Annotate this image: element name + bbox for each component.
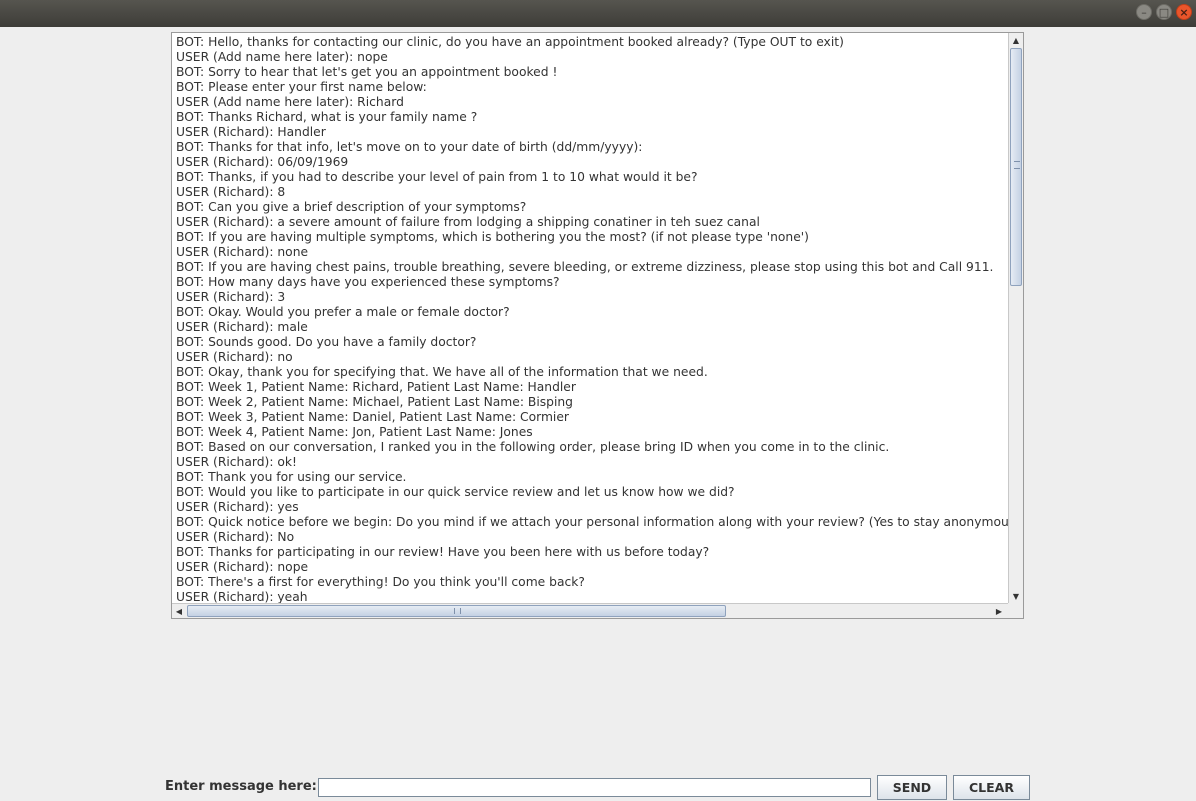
- chat-line: BOT: Thanks for that info, let's move on…: [176, 140, 643, 154]
- scroll-grip: [1014, 161, 1020, 169]
- chat-line: BOT: Please enter your first name below:: [176, 80, 427, 94]
- chat-line: USER (Richard): no: [176, 350, 293, 364]
- chat-line: BOT: Would you like to participate in ou…: [176, 485, 735, 499]
- chat-transcript-pane[interactable]: BOT: Hello, thanks for contacting our cl…: [171, 32, 1024, 619]
- chat-line: BOT: Week 3, Patient Name: Daniel, Patie…: [176, 410, 569, 424]
- horizontal-scrollbar[interactable]: ◀ ▶: [172, 603, 1008, 618]
- arrow-down-icon[interactable]: ▼: [1009, 589, 1023, 603]
- message-input-label: Enter message here:: [165, 779, 317, 794]
- chat-line: USER (Richard): yes: [176, 500, 299, 514]
- send-button[interactable]: SEND: [877, 775, 947, 800]
- maximize-icon[interactable]: □: [1156, 4, 1172, 20]
- arrow-up-icon[interactable]: ▲: [1009, 33, 1023, 47]
- chat-line: BOT: Thank you for using our service.: [176, 470, 407, 484]
- chat-line: USER (Richard): nope: [176, 560, 309, 574]
- close-icon[interactable]: ×: [1176, 4, 1192, 20]
- chat-line: BOT: Based on our conversation, I ranked…: [176, 440, 890, 454]
- horizontal-scroll-thumb[interactable]: [187, 605, 726, 617]
- window-titlebar: – □ ×: [0, 0, 1196, 27]
- chat-line: BOT: Sounds good. Do you have a family d…: [176, 335, 477, 349]
- chat-line: USER (Richard): No: [176, 530, 295, 544]
- chat-line: USER (Richard): male: [176, 320, 308, 334]
- message-input[interactable]: [318, 778, 871, 797]
- vertical-scrollbar[interactable]: ▲ ▼: [1008, 33, 1023, 603]
- scroll-grip: [454, 608, 461, 614]
- chat-line: BOT: There's a first for everything! Do …: [176, 575, 585, 589]
- chat-line: BOT: Okay, thank you for specifying that…: [176, 365, 708, 379]
- arrow-right-icon[interactable]: ▶: [992, 604, 1006, 618]
- chat-line: BOT: Okay. Would you prefer a male or fe…: [176, 305, 510, 319]
- chat-line: BOT: If you are having multiple symptoms…: [176, 230, 809, 244]
- chat-line: USER (Richard): a severe amount of failu…: [176, 215, 760, 229]
- chat-line: BOT: If you are having chest pains, trou…: [176, 260, 994, 274]
- chat-line: BOT: Can you give a brief description of…: [176, 200, 527, 214]
- clear-button[interactable]: CLEAR: [953, 775, 1030, 800]
- chat-line: BOT: Quick notice before we begin: Do yo…: [176, 515, 1008, 529]
- chat-line: USER (Add name here later): Richard: [176, 95, 404, 109]
- chat-line: USER (Richard): Handler: [176, 125, 326, 139]
- arrow-left-icon[interactable]: ◀: [172, 604, 186, 618]
- chat-line: USER (Richard): 3: [176, 290, 286, 304]
- vertical-scroll-thumb[interactable]: [1010, 48, 1022, 286]
- chat-line: BOT: Sorry to hear that let's get you an…: [176, 65, 558, 79]
- chat-line: USER (Richard): none: [176, 245, 309, 259]
- chat-line: BOT: Thanks Richard, what is your family…: [176, 110, 478, 124]
- chat-line: BOT: How many days have you experienced …: [176, 275, 560, 289]
- chat-line: BOT: Week 4, Patient Name: Jon, Patient …: [176, 425, 533, 439]
- chat-line: USER (Richard): yeah: [176, 590, 308, 603]
- chat-line: USER (Richard): 8: [176, 185, 286, 199]
- chat-line: BOT: Hello, thanks for contacting our cl…: [176, 35, 844, 49]
- chat-transcript-text[interactable]: BOT: Hello, thanks for contacting our cl…: [172, 33, 1008, 603]
- chat-line: BOT: Week 2, Patient Name: Michael, Pati…: [176, 395, 573, 409]
- minimize-icon[interactable]: –: [1136, 4, 1152, 20]
- chat-line: BOT: Thanks, if you had to describe your…: [176, 170, 698, 184]
- chat-line: USER (Richard): 06/09/1969: [176, 155, 349, 169]
- chat-line: BOT: Week 1, Patient Name: Richard, Pati…: [176, 380, 576, 394]
- chat-line: USER (Richard): ok!: [176, 455, 297, 469]
- chat-line: USER (Add name here later): nope: [176, 50, 388, 64]
- scroll-corner: [1008, 603, 1023, 618]
- chat-line: BOT: Thanks for participating in our rev…: [176, 545, 710, 559]
